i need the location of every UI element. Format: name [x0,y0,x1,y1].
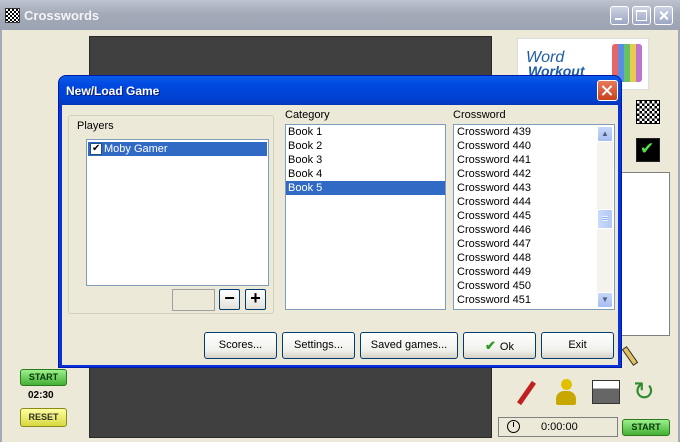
scroll-thumb[interactable] [597,209,613,229]
crossword-scrollbar[interactable]: ▲ ▼ [597,126,613,308]
category-item-selected[interactable]: Book 5 [286,181,445,195]
player-name-field[interactable] [172,289,215,311]
crossword-item[interactable]: Crossword 447 [454,237,596,251]
crossword-item[interactable]: Crossword 440 [454,139,596,153]
remove-player-button[interactable]: − [219,289,240,310]
ok-check-icon: ✔ [485,338,496,353]
new-load-game-dialog: New/Load Game Players Moby Gamer − + Cat… [58,75,622,368]
crossword-item[interactable]: Crossword 449 [454,265,596,279]
check-icon[interactable] [636,138,660,162]
crossword-label: Crossword [453,109,506,121]
start-button-right[interactable]: START [622,419,670,436]
scores-button[interactable]: Scores... [204,332,277,359]
crossword-item[interactable]: Crossword 450 [454,279,596,293]
pen-icon[interactable] [512,378,538,406]
qr-icon[interactable] [636,100,660,124]
app-icon [5,8,20,23]
clock-icon [507,420,520,433]
crossword-item[interactable]: Crossword 451 [454,293,596,307]
main-title-bar: Crosswords [0,0,680,30]
printer-icon[interactable] [592,380,620,404]
player-checkbox[interactable] [90,142,102,156]
elapsed-time-box: 0:00:00 [498,417,618,437]
pawn-icon[interactable] [553,377,579,405]
player-name: Moby Gamer [104,143,168,155]
category-item[interactable]: Book 4 [286,167,445,181]
exit-button[interactable]: Exit [541,332,614,359]
scroll-up-icon[interactable]: ▲ [597,126,613,142]
players-group: Players Moby Gamer − + [68,115,274,314]
category-label: Category [285,109,330,121]
crossword-item[interactable]: Crossword 445 [454,209,596,223]
minimize-button[interactable] [610,6,629,25]
dialog-body: Players Moby Gamer − + Category Book 1 B… [62,105,618,365]
reset-button[interactable]: RESET [20,408,67,427]
add-player-button[interactable]: + [245,289,266,310]
clue-panel [620,172,670,336]
close-button[interactable] [654,6,673,25]
dialog-title: New/Load Game [66,84,160,98]
player-row[interactable]: Moby Gamer [88,142,267,156]
players-label: Players [75,120,116,132]
elapsed-time: 0:00:00 [541,421,578,433]
crossword-item[interactable]: Crossword 442 [454,167,596,181]
countdown-timer: 02:30 [28,390,54,401]
category-item[interactable]: Book 2 [286,139,445,153]
players-list[interactable]: Moby Gamer [86,139,269,286]
ok-button[interactable]: ✔ Ok [463,332,536,359]
category-item[interactable]: Book 3 [286,153,445,167]
settings-button[interactable]: Settings... [282,332,355,359]
crossword-item[interactable]: Crossword 441 [454,153,596,167]
crossword-item[interactable]: Crossword 444 [454,195,596,209]
crossword-list[interactable]: Crossword 439 Crossword 440 Crossword 44… [453,124,615,310]
crossword-item[interactable]: Crossword 439 [454,125,596,139]
saved-games-button[interactable]: Saved games... [360,332,458,359]
window-title: Crosswords [24,8,100,23]
crossword-item[interactable]: Crossword 446 [454,223,596,237]
refresh-icon[interactable] [631,376,657,408]
crossword-item[interactable]: Crossword 448 [454,251,596,265]
crossword-item[interactable]: Crossword 443 [454,181,596,195]
category-item[interactable]: Book 1 [286,125,445,139]
ok-label: Ok [499,341,514,353]
scroll-down-icon[interactable]: ▼ [597,292,613,308]
dialog-title-bar: New/Load Game [59,76,621,105]
category-list[interactable]: Book 1 Book 2 Book 3 Book 4 Book 5 [285,124,446,310]
start-button-left[interactable]: START [20,369,67,386]
maximize-button[interactable] [632,6,651,25]
dialog-close-button[interactable] [597,80,618,101]
pencil-icon[interactable] [622,346,636,364]
